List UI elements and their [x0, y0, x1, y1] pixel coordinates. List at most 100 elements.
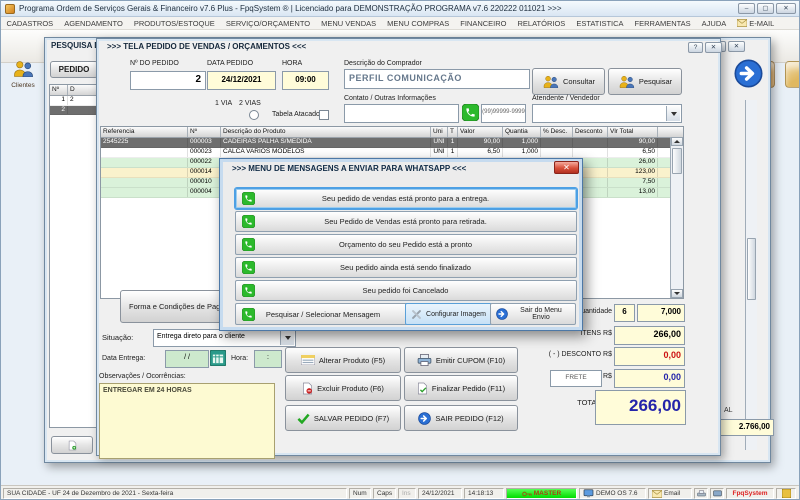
table-cell: UNI: [431, 138, 448, 147]
table-row[interactable]: 000023CALCA VARIOS MODELOSUNI16,501,0006…: [101, 148, 683, 158]
menu-item-agendamento[interactable]: AGENDAMENTO: [59, 17, 129, 30]
modal-close-button[interactable]: ✕: [554, 161, 579, 174]
statusbar: SUA CIDADE - UF 24 de Dezembro de 2021 -…: [1, 485, 800, 500]
titlebar: Programa Ordem de Serviços Gerais & Fina…: [1, 1, 800, 17]
status-email[interactable]: Email: [648, 488, 692, 499]
whatsapp-icon: [242, 238, 255, 251]
dropdown-arrow-icon[interactable]: [666, 106, 680, 121]
whatsapp-message-button[interactable]: Seu pedido de vendas está pronto para a …: [235, 188, 577, 209]
calendar-button[interactable]: [210, 350, 226, 366]
phone-field[interactable]: (99)99999-9999: [481, 104, 526, 123]
hora-entrega-label: Hora:: [231, 355, 248, 362]
status-time: 14:18:13: [464, 488, 504, 499]
maximize-button[interactable]: ▢: [757, 3, 774, 14]
observacoes-textarea[interactable]: ENTREGAR EM 24 HORAS: [99, 383, 275, 459]
pesquisa-scrollbar[interactable]: [745, 100, 757, 450]
itens-value: 266,00: [614, 326, 685, 345]
pesquisar-mensagem-button[interactable]: Pesquisar / Selecionar Mensagem: [235, 303, 408, 325]
menu-item-produtos-estoque[interactable]: PRODUTOS/ESTOQUE: [128, 17, 220, 30]
table-cell: [101, 178, 188, 187]
itens-label: ITENS R$: [527, 330, 612, 337]
table-cell: 123,00: [608, 168, 658, 177]
people-icon: [618, 75, 635, 88]
salvar-pedido-button[interactable]: SALVAR PEDIDO (F7): [285, 405, 401, 431]
configurar-imagem-button[interactable]: Configurar Imagem: [405, 303, 492, 325]
close-button[interactable]: ✕: [776, 3, 796, 14]
status-help-icon: [776, 488, 796, 499]
pedido-tab[interactable]: PEDIDO: [50, 61, 98, 78]
table-cell: [541, 138, 573, 147]
whatsapp-message-button[interactable]: Orçamento do seu Pedido está a pronto: [235, 234, 577, 255]
hora-entrega-field[interactable]: :: [254, 350, 282, 368]
whatsapp-send-button[interactable]: [462, 104, 479, 121]
pesquisa-list[interactable]: Nº D 122: [49, 84, 97, 428]
qtd-itens-value: 6: [614, 304, 635, 322]
hora-field[interactable]: 09:00: [282, 71, 329, 90]
products-table-header: ReferenciaNºDescrição do ProdutoUniTValo…: [101, 127, 683, 138]
table-row[interactable]: 2545225000003CADEIRAS PALHA S/MEDIDAUNI1…: [101, 138, 683, 148]
vias-radio[interactable]: [249, 110, 259, 120]
comprador-field[interactable]: PERFIL COMUNICAÇÃO: [344, 69, 530, 89]
whatsapp-icon: [242, 308, 255, 321]
whatsapp-message-button[interactable]: Seu pedido ainda está sendo finalizado: [235, 257, 577, 278]
col-header: Descrição do Produto: [221, 127, 431, 137]
contato-field[interactable]: [344, 104, 459, 123]
finalizar-pedido-button[interactable]: Finalizar Pedido (F11): [404, 375, 518, 401]
modal-title: >>> MENU DE MENSAGENS A ENVIAR PARA WHAT…: [232, 164, 542, 173]
menu-item-menu-vendas[interactable]: MENU VENDAS: [316, 17, 382, 30]
tela-close-button[interactable]: ✕: [705, 42, 722, 53]
menu-item-ajuda[interactable]: AJUDA: [696, 17, 732, 30]
status-printer-icon: [694, 488, 708, 499]
help-icon[interactable]: [785, 61, 800, 88]
menu-item-estatistica[interactable]: ESTATISTICA: [571, 17, 629, 30]
col-header: Referencia: [101, 127, 188, 137]
menu-item-ferramentas[interactable]: FERRAMENTAS: [629, 17, 696, 30]
menu-email[interactable]: E-MAIL: [732, 17, 780, 30]
whatsapp-icon: [242, 261, 255, 274]
table-cell: [573, 138, 608, 147]
table-cell: [101, 188, 188, 197]
menu-item-cadastros[interactable]: CADASTROS: [1, 17, 59, 30]
dropdown-arrow-icon[interactable]: [280, 331, 294, 345]
frete-field[interactable]: FRETE: [550, 370, 602, 387]
pesquisa-total-label: AL: [724, 407, 733, 414]
pesquisa-cell: 2: [50, 106, 68, 115]
menu-item-relat-rios[interactable]: RELATÓRIOS: [512, 17, 571, 30]
tela-help-button[interactable]: ?: [688, 42, 703, 53]
num-pedido-field[interactable]: 2: [130, 71, 206, 90]
menu-item-menu-compras[interactable]: MENU COMPRAS: [382, 17, 455, 30]
pesquisa-next-button[interactable]: [734, 59, 763, 88]
data-pedido-field[interactable]: 24/12/2021: [207, 71, 276, 90]
forma-pagamento-button[interactable]: Forma e Condições de Pagamento: [120, 290, 224, 323]
menu-item-financeiro[interactable]: FINANCEIRO: [455, 17, 512, 30]
pesquisa-cell: [68, 106, 97, 115]
status-network-icon: [710, 488, 724, 499]
pesquisa-row[interactable]: 2: [50, 106, 96, 116]
menu-item-servi-o-or-amento[interactable]: SERVIÇO/ORÇAMENTO: [220, 17, 315, 30]
situacao-select[interactable]: Entrega direto para o cliente: [153, 329, 296, 347]
whatsapp-message-button[interactable]: Seu Pedido de Vendas está pronto para re…: [235, 211, 577, 232]
table-cell: 26,00: [608, 158, 658, 167]
alterar-produto-button[interactable]: Alterar Produto (F5): [285, 347, 401, 373]
tabela-atacado-checkbox[interactable]: [319, 110, 329, 120]
data-entrega-field[interactable]: / /: [165, 350, 209, 368]
exit-arrow-icon: [496, 308, 508, 320]
sair-pedido-button[interactable]: SAIR PEDIDO (F12): [404, 405, 518, 431]
excluir-produto-button[interactable]: Excluir Produto (F6): [285, 375, 401, 401]
toolbar-clientes-button[interactable]: Clientes: [4, 60, 42, 89]
table-cell: 2545225: [101, 138, 188, 147]
pesquisa-close-button[interactable]: ✕: [728, 41, 745, 52]
emitir-cupom-button[interactable]: Emitir CUPOM (F10): [404, 347, 518, 373]
frete-value: 0,00: [614, 369, 685, 388]
sair-menu-envio-button[interactable]: Sair do Menu Envio: [490, 303, 576, 325]
whatsapp-message-button[interactable]: Seu pedido foi Cancelado: [235, 280, 577, 301]
table-scrollbar[interactable]: [670, 137, 683, 298]
pesquisa-row[interactable]: 12: [50, 96, 96, 106]
minimize-button[interactable]: –: [738, 3, 755, 14]
pesquisar-button[interactable]: Pesquisar: [608, 68, 682, 95]
consultar-button[interactable]: Consultar: [532, 68, 605, 95]
pesquisa-new-button[interactable]: [51, 436, 93, 454]
table-cell: 000003: [188, 138, 221, 147]
desconto-value: 0,00: [614, 347, 685, 366]
atendente-select[interactable]: [532, 104, 682, 123]
